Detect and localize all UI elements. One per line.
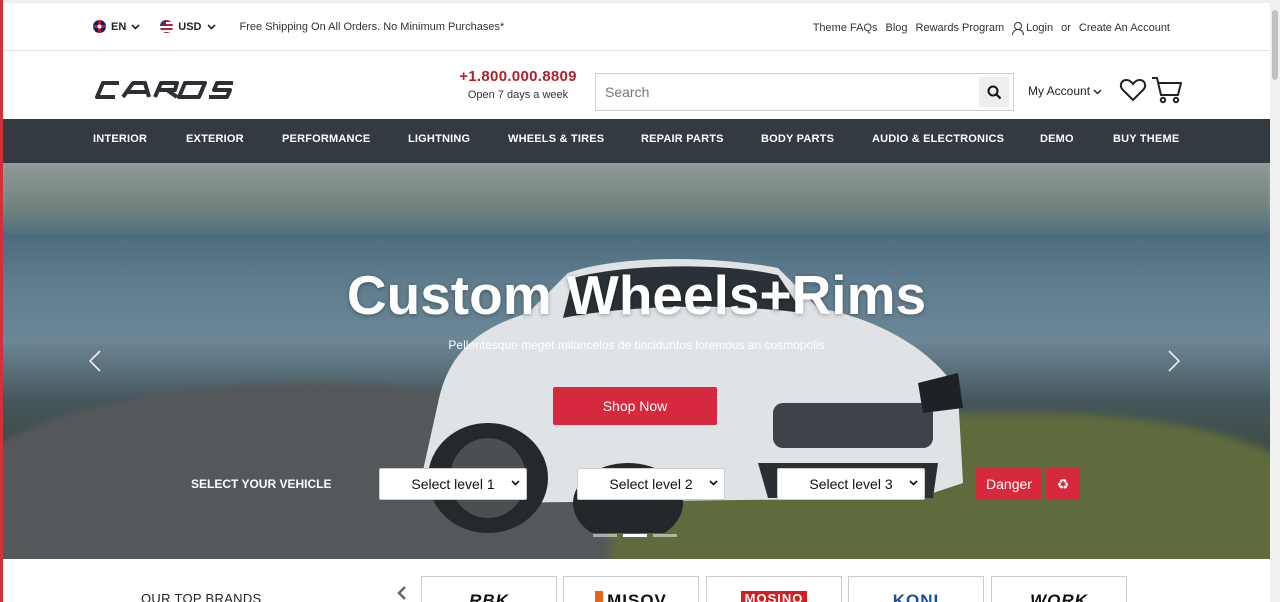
phone-block: +1.800.000.8809 Open 7 days a week xyxy=(433,68,603,101)
brand-name: WORK xyxy=(1030,591,1088,602)
login-link[interactable]: Login xyxy=(1012,22,1054,35)
nav-item-body-parts[interactable]: BODY PARTS xyxy=(761,133,834,145)
nav-item-interior[interactable]: INTERIOR xyxy=(93,133,147,145)
recycle-icon: ♻ xyxy=(1056,475,1070,492)
brand-logo-koni[interactable]: KONI xyxy=(848,576,984,602)
select-level-3-value: Select level 3 xyxy=(809,476,893,492)
currency-selector[interactable]: USD xyxy=(160,20,216,33)
brand-logo-misov[interactable]: MISOV xyxy=(563,576,699,602)
shop-now-button[interactable]: Shop Now xyxy=(553,387,717,425)
slider-dot-3[interactable] xyxy=(653,534,677,537)
user-icon xyxy=(1012,22,1025,35)
danger-button[interactable]: Danger xyxy=(976,468,1042,500)
brand-name: RBK xyxy=(469,591,509,602)
search-bar xyxy=(595,73,1014,111)
uk-flag-icon xyxy=(93,20,106,33)
reset-button[interactable]: ♻ xyxy=(1046,468,1080,500)
language-selector[interactable]: EN xyxy=(93,20,140,33)
rewards-program-link[interactable]: Rewards Program xyxy=(916,22,1005,34)
brand-logo-rbk[interactable]: RBK xyxy=(421,576,557,602)
nav-item-lightning[interactable]: LIGHTNING xyxy=(408,133,470,145)
login-label: Login xyxy=(1026,22,1054,34)
vehicle-select-level-1[interactable]: Select level 1 xyxy=(379,468,527,500)
wishlist-heart-icon[interactable] xyxy=(1119,77,1147,108)
search-icon xyxy=(987,85,1001,99)
shipping-notice: Free Shipping On All Orders. No Minimum … xyxy=(239,20,505,33)
my-account-menu[interactable]: My Account xyxy=(1028,84,1102,98)
phone-number[interactable]: +1.800.000.8809 xyxy=(433,68,603,85)
brands-prev-arrow-icon[interactable] xyxy=(397,585,407,602)
nav-item-wheels-tires[interactable]: WHEELS & TIRES xyxy=(508,133,604,145)
logo[interactable] xyxy=(93,79,243,106)
chevron-down-icon xyxy=(511,478,520,489)
currency-value: USD xyxy=(178,20,202,33)
header-icons xyxy=(1119,76,1183,109)
hero-slider: Custom Wheels+Rims Pellentesque meget mi… xyxy=(3,163,1270,559)
brand-logo-work[interactable]: WORK xyxy=(991,576,1127,602)
top-brands-section: OUR TOP BRANDS RBK MISOV MOSINO KONI WOR… xyxy=(3,559,1270,602)
nav-item-audio-electronics[interactable]: AUDIO & ELECTRONICS xyxy=(872,133,1004,145)
top-brands-title: OUR TOP BRANDS xyxy=(141,591,262,602)
hero-subtitle: Pellentesque meget milancelos de tincidu… xyxy=(448,338,825,352)
chevron-down-icon xyxy=(1093,84,1102,98)
brand-logo-mosino[interactable]: MOSINO xyxy=(706,576,842,602)
brand-name: MOSINO xyxy=(740,591,808,602)
language-value: EN xyxy=(111,20,127,33)
nav-item-exterior[interactable]: EXTERIOR xyxy=(186,133,244,145)
nav-item-buy-theme[interactable]: BUY THEME xyxy=(1113,133,1179,145)
scrollbar[interactable] xyxy=(1270,0,1280,602)
blog-link[interactable]: Blog xyxy=(886,22,908,34)
slider-next-arrow-icon[interactable] xyxy=(1168,348,1181,379)
header: +1.800.000.8809 Open 7 days a week My Ac… xyxy=(3,51,1270,119)
chevron-down-icon xyxy=(131,22,140,32)
top-bar: EN USD Free Shipping On All Orders. No M… xyxy=(3,0,1270,51)
slider-prev-arrow-icon[interactable] xyxy=(88,348,101,379)
chevron-down-icon xyxy=(206,22,216,32)
search-input[interactable] xyxy=(596,74,979,110)
vehicle-select-level-2[interactable]: Select level 2 xyxy=(577,468,725,500)
select-vehicle-label: SELECT YOUR VEHICLE xyxy=(191,477,332,491)
vehicle-select-level-3[interactable]: Select level 3 xyxy=(777,468,925,500)
select-level-1-value: Select level 1 xyxy=(411,476,495,492)
or-text: or xyxy=(1061,22,1071,34)
nav-item-demo[interactable]: DEMO xyxy=(1040,133,1074,145)
slider-dot-2[interactable] xyxy=(623,534,647,537)
nav-item-repair-parts[interactable]: REPAIR PARTS xyxy=(641,133,724,145)
hero-title: Custom Wheels+Rims xyxy=(346,264,927,326)
us-flag-icon xyxy=(160,20,174,33)
select-level-2-value: Select level 2 xyxy=(609,476,693,492)
chevron-down-icon xyxy=(909,478,918,489)
chevron-down-icon xyxy=(709,478,718,489)
create-account-link[interactable]: Create An Account xyxy=(1079,22,1170,34)
cart-icon[interactable] xyxy=(1151,76,1183,109)
brand-name: MISOV xyxy=(595,591,667,602)
slider-dot-1[interactable] xyxy=(593,534,617,537)
theme-faqs-link[interactable]: Theme FAQs xyxy=(813,22,878,34)
main-nav: INTERIOR EXTERIOR PERFORMANCE LIGHTNING … xyxy=(3,119,1270,163)
top-bar-left: EN USD Free Shipping On All Orders. No M… xyxy=(93,20,504,33)
hero-background-hills xyxy=(3,163,1270,233)
my-account-label: My Account xyxy=(1028,84,1091,98)
slider-dots xyxy=(593,534,677,537)
nav-item-performance[interactable]: PERFORMANCE xyxy=(282,133,370,145)
brand-name: KONI xyxy=(892,591,940,602)
top-bar-links: Theme FAQs Blog Rewards Program Login or… xyxy=(813,22,1170,35)
search-button[interactable] xyxy=(979,77,1009,107)
scrollbar-thumb[interactable] xyxy=(1272,10,1278,80)
phone-hours: Open 7 days a week xyxy=(467,89,569,101)
